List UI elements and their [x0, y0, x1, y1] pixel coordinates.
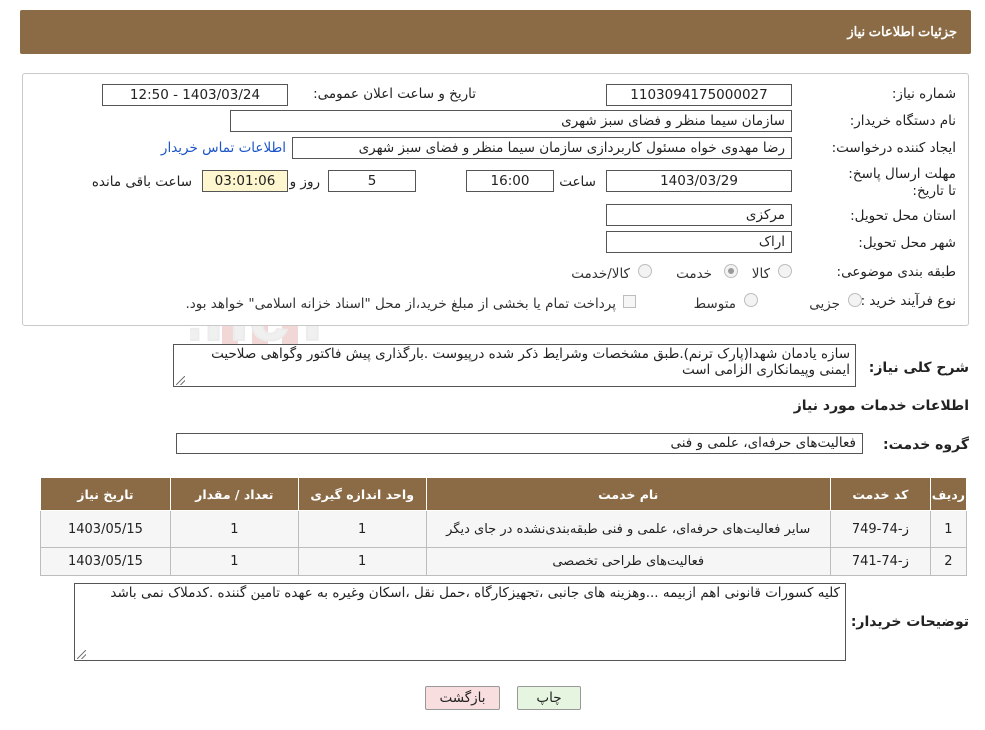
header-row-number: ردیف: [929, 477, 968, 511]
service-name: فعالیت‌های طراحی تخصصی: [425, 547, 831, 576]
deadline-time-field[interactable]: 16:00: [466, 170, 554, 192]
buyer-org-label: نام دستگاه خریدار:: [849, 113, 956, 129]
header-service-code: کد خدمت: [829, 477, 931, 511]
quantity: 1: [169, 510, 299, 548]
province-field[interactable]: مرکزی: [606, 204, 792, 226]
page-header: جزئیات اطلاعات نیاز: [20, 10, 971, 54]
remaining-days-field[interactable]: 5: [328, 170, 416, 192]
quantity: 1: [169, 547, 299, 576]
buyer-notes-text: کلیه کسورات قانونی اهم ازبیمه ...وهزینه …: [110, 585, 840, 601]
deadline-label: مهلت ارسال پاسخ: تا تاریخ:: [848, 166, 956, 199]
buyer-notes-textarea[interactable]: کلیه کسورات قانونی اهم ازبیمه ...وهزینه …: [74, 583, 846, 661]
header-quantity: تعداد / مقدار: [169, 477, 299, 511]
category-option-goods: کالا: [751, 266, 770, 282]
category-option-service: خدمت: [676, 266, 712, 282]
resize-grip-icon[interactable]: [176, 376, 185, 385]
category-radio-goods-service[interactable]: [638, 264, 652, 278]
row-number: 2: [929, 547, 968, 576]
print-button[interactable]: چاپ: [517, 686, 581, 710]
process-radio-medium[interactable]: [744, 293, 758, 307]
header-need-date: تاریخ نیاز: [40, 477, 171, 511]
need-number-label: شماره نیاز:: [891, 86, 956, 102]
city-label: شهر محل تحویل:: [858, 235, 956, 251]
description-label: شرح کلی نیاز:: [868, 360, 969, 376]
remaining-time-field[interactable]: 03:01:06: [202, 170, 288, 192]
deadline-time-label: ساعت: [559, 174, 596, 190]
deadline-date-field[interactable]: 1403/03/29: [606, 170, 792, 192]
need-info-panel: شماره نیاز: 1103094175000027 تاریخ و ساع…: [22, 73, 969, 326]
service-group-label: گروه خدمت:: [883, 437, 969, 453]
row-number: 1: [929, 510, 968, 548]
province-label: استان محل تحویل:: [850, 208, 956, 224]
header-unit: واحد اندازه گیری: [297, 477, 427, 511]
description-textarea[interactable]: سازه یادمان شهدا(پارک ترنم).طبق مشخصات و…: [173, 344, 856, 387]
table-row: 2 ز-74-741 فعالیت‌های طراحی تخصصی 1 1 14…: [40, 547, 968, 576]
table-header-row: ردیف کد خدمت نام خدمت واحد اندازه گیری ت…: [40, 477, 968, 511]
city-field[interactable]: اراک: [606, 231, 792, 253]
need-date: 1403/05/15: [40, 510, 171, 548]
creator-field[interactable]: رضا مهدوی خواه مسئول کاربردازی سازمان سی…: [292, 137, 792, 159]
need-number-field[interactable]: 1103094175000027: [606, 84, 792, 106]
service-group-field[interactable]: فعالیت‌های حرفه‌ای، علمی و فنی: [176, 433, 863, 454]
announce-field[interactable]: 1403/03/24 - 12:50: [102, 84, 288, 106]
services-table: ردیف کد خدمت نام خدمت واحد اندازه گیری ت…: [40, 477, 968, 576]
services-section-title: اطلاعات خدمات مورد نیاز: [793, 398, 969, 414]
category-label: طبقه بندی موضوعی:: [836, 264, 956, 280]
page-title: جزئیات اطلاعات نیاز: [847, 24, 957, 39]
service-code: ز-74-741: [829, 547, 931, 576]
treasury-checkbox[interactable]: [623, 295, 636, 308]
creator-label: ایجاد کننده درخواست:: [831, 140, 956, 156]
need-date: 1403/05/15: [40, 547, 171, 576]
process-option-medium: متوسط: [693, 296, 736, 312]
process-label: نوع فرآیند خرید :: [860, 293, 956, 309]
process-option-minor: جزیی: [809, 296, 840, 312]
category-radio-goods[interactable]: [778, 264, 792, 278]
service-code: ز-74-749: [829, 510, 931, 548]
buyer-org-field[interactable]: سازمان سیما منظر و فضای سبز شهری: [230, 110, 792, 132]
category-radio-service[interactable]: [724, 264, 738, 278]
table-row: 1 ز-74-749 سایر فعالیت‌های حرفه‌ای، علمی…: [40, 510, 968, 548]
buyer-notes-label: توضیحات خریدار:: [850, 614, 969, 630]
buyer-contact-link[interactable]: اطلاعات تماس خریدار: [161, 140, 286, 156]
description-text: سازه یادمان شهدا(پارک ترنم).طبق مشخصات و…: [211, 346, 850, 378]
remaining-label: ساعت باقی مانده: [91, 174, 192, 190]
header-service-name: نام خدمت: [425, 477, 831, 511]
category-option-goods-service: کالا/خدمت: [571, 266, 630, 282]
days-label: روز و: [289, 174, 320, 190]
announce-label: تاریخ و ساعت اعلان عمومی:: [313, 86, 476, 102]
process-radio-minor[interactable]: [848, 293, 862, 307]
resize-grip-icon[interactable]: [77, 650, 86, 659]
unit: 1: [297, 510, 427, 548]
service-name: سایر فعالیت‌های حرفه‌ای، علمی و فنی طبقه…: [425, 510, 831, 548]
payment-note: پرداخت تمام یا بخشی از مبلغ خرید،از محل …: [185, 296, 616, 312]
back-button[interactable]: بازگشت: [425, 686, 500, 710]
unit: 1: [297, 547, 427, 576]
